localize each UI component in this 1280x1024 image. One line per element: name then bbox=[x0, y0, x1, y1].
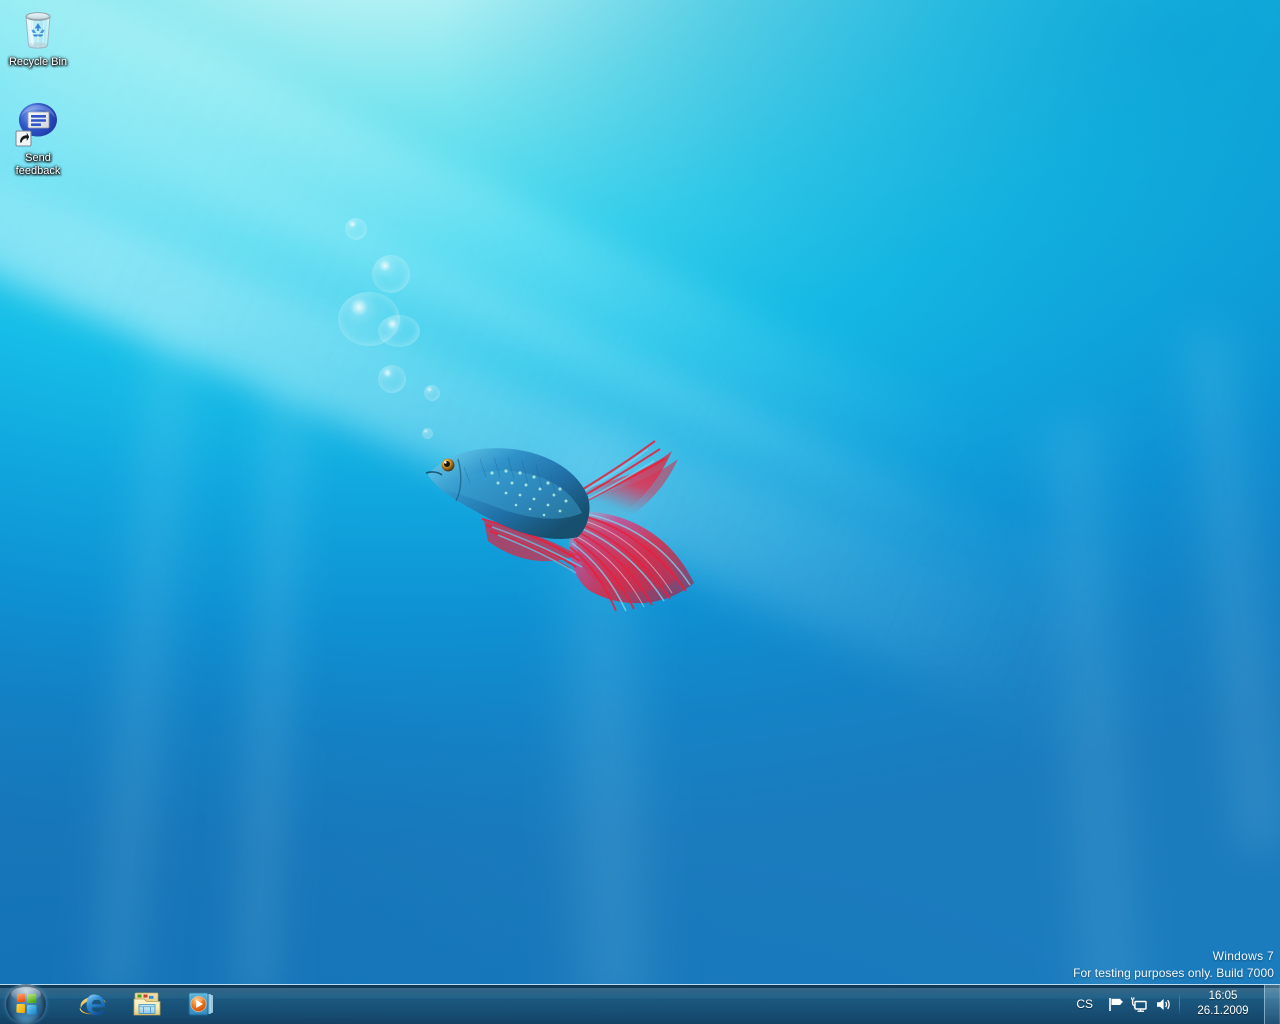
speaker-icon bbox=[1156, 998, 1170, 1010]
watermark-line-build: For testing purposes only. Build 7000 bbox=[1073, 966, 1274, 980]
language-indicator[interactable]: CS bbox=[1066, 997, 1103, 1011]
show-desktop-button[interactable] bbox=[1264, 984, 1280, 1024]
network-tray-icon[interactable] bbox=[1127, 992, 1151, 1016]
windows-flag-icon bbox=[16, 993, 37, 1015]
folder-icon bbox=[132, 990, 162, 1018]
taskbar-item-windows-explorer[interactable] bbox=[122, 986, 172, 1022]
internet-explorer-icon bbox=[78, 989, 108, 1019]
taskbar-item-internet-explorer[interactable] bbox=[68, 986, 118, 1022]
desktop-icon-label: Recycle Bin bbox=[8, 56, 68, 68]
start-orb-icon bbox=[6, 984, 46, 1024]
taskbar-pinned-items[interactable] bbox=[68, 984, 226, 1024]
taskbar-item-windows-media-player[interactable] bbox=[176, 986, 226, 1022]
taskbar[interactable]: CS 16:05 26.1.2009 bbox=[0, 984, 1280, 1024]
network-icon bbox=[1130, 996, 1147, 1012]
desktop-icon-send-feedback[interactable]: Send feedback bbox=[0, 100, 76, 178]
tray-divider bbox=[1179, 993, 1180, 1015]
start-button[interactable] bbox=[3, 984, 55, 1024]
system-tray[interactable]: CS 16:05 26.1.2009 bbox=[1066, 984, 1280, 1024]
desktop-icon-recycle-bin[interactable]: Recycle Bin bbox=[0, 4, 76, 69]
clock-time: 16:05 bbox=[1208, 990, 1238, 1002]
wallpaper-tint bbox=[0, 0, 1280, 1024]
action-center-tray-icon[interactable] bbox=[1103, 992, 1127, 1016]
recycle-bin-icon bbox=[14, 4, 62, 52]
desktop[interactable]: Recycle Bin Send feedback Windows 7 For … bbox=[0, 0, 1280, 1024]
media-player-icon bbox=[186, 990, 216, 1018]
desktop-icon-label: Send feedback bbox=[15, 152, 61, 177]
watermark-line-os: Windows 7 bbox=[1212, 949, 1274, 963]
build-watermark: Windows 7 For testing purposes only. Bui… bbox=[1073, 948, 1274, 982]
taskbar-clock[interactable]: 16:05 26.1.2009 bbox=[1184, 989, 1262, 1019]
send-feedback-icon bbox=[14, 100, 62, 148]
volume-tray-icon[interactable] bbox=[1151, 992, 1175, 1016]
flag-icon bbox=[1108, 997, 1123, 1011]
clock-date: 26.1.2009 bbox=[1197, 1005, 1249, 1017]
